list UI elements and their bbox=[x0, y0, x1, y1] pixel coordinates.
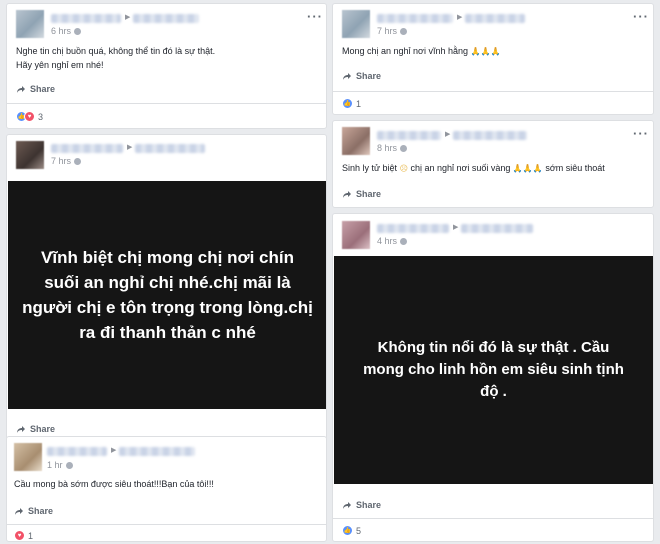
avatar[interactable] bbox=[342, 127, 370, 155]
post-text: Sinh ly tử biệt ☹ chị an nghỉ nơi suối v… bbox=[342, 161, 605, 176]
post-card: ▶ 6 hrs ··· Nghe tin chị buồn quá, không… bbox=[6, 3, 327, 129]
post-timestamp[interactable]: 6 hrs bbox=[51, 26, 82, 36]
share-button[interactable]: Share bbox=[16, 424, 55, 434]
post-timestamp[interactable]: 1 hr bbox=[47, 460, 73, 470]
post-card: ▶ 7 hrs Vĩnh biệt chị mong chị nơi chín … bbox=[6, 134, 327, 440]
like-reaction-icon: 👍 bbox=[342, 98, 353, 109]
author-name[interactable] bbox=[51, 144, 123, 153]
divider bbox=[333, 518, 653, 519]
target-name[interactable] bbox=[119, 447, 195, 456]
folded-hands-emoji: 🙏🙏🙏 bbox=[470, 47, 501, 56]
reaction-summary[interactable]: ♥ 1 bbox=[14, 530, 33, 541]
target-name[interactable] bbox=[461, 224, 533, 233]
share-button[interactable]: Share bbox=[342, 189, 381, 199]
author-name[interactable] bbox=[51, 14, 121, 23]
image-caption: Vĩnh biệt chị mong chị nơi chín suối an … bbox=[22, 248, 313, 342]
avatar[interactable] bbox=[14, 443, 42, 471]
share-button[interactable]: Share bbox=[342, 500, 381, 510]
globe-icon bbox=[400, 237, 408, 245]
reaction-summary[interactable]: 👍 ♥ 3 bbox=[16, 111, 43, 122]
arrow-icon: ▶ bbox=[125, 14, 131, 21]
post-card: ▶ 8 hrs ··· Sinh ly tử biệt ☹ chị an ngh… bbox=[332, 120, 654, 208]
post-image[interactable]: Vĩnh biệt chị mong chị nơi chín suối an … bbox=[8, 181, 326, 409]
avatar[interactable] bbox=[16, 10, 44, 38]
target-name[interactable] bbox=[465, 14, 525, 23]
share-button[interactable]: Share bbox=[16, 84, 55, 94]
like-reaction-icon: 👍 bbox=[342, 525, 353, 536]
author-name[interactable] bbox=[377, 224, 449, 233]
post-image[interactable]: Không tin nổi đó là sự thật . Cầu mong c… bbox=[334, 256, 653, 484]
post-card: ▶ 7 hrs ··· Mong chị an nghỉ nơi vĩnh hằ… bbox=[332, 3, 654, 115]
share-button[interactable]: Share bbox=[14, 506, 53, 516]
author-name[interactable] bbox=[377, 14, 453, 23]
reaction-summary[interactable]: 👍 5 bbox=[342, 525, 361, 536]
divider bbox=[333, 91, 653, 92]
folded-hands-emoji: 🙏🙏🙏 bbox=[512, 164, 543, 173]
globe-icon bbox=[74, 27, 82, 35]
share-arrow-icon bbox=[15, 508, 23, 515]
post-text: Mong chị an nghỉ nơi vĩnh hằng 🙏🙏🙏 bbox=[342, 44, 500, 59]
author-name[interactable] bbox=[377, 131, 441, 140]
target-name[interactable] bbox=[453, 131, 527, 140]
sad-face-emoji: ☹ bbox=[399, 164, 408, 173]
post-text: Nghe tin chị buồn quá, không thể tin đó … bbox=[16, 46, 216, 70]
share-button[interactable]: Share bbox=[342, 71, 381, 81]
arrow-icon: ▶ bbox=[445, 131, 451, 138]
more-options-icon[interactable]: ··· bbox=[633, 127, 649, 140]
globe-icon bbox=[74, 157, 82, 165]
share-arrow-icon bbox=[17, 86, 25, 93]
avatar[interactable] bbox=[342, 221, 370, 249]
post-timestamp[interactable]: 4 hrs bbox=[377, 236, 408, 246]
reaction-summary[interactable]: 👍 1 bbox=[342, 98, 361, 109]
post-timestamp[interactable]: 7 hrs bbox=[377, 26, 408, 36]
arrow-icon: ▶ bbox=[127, 144, 133, 151]
share-arrow-icon bbox=[343, 191, 351, 198]
love-reaction-icon: ♥ bbox=[24, 111, 35, 122]
post-timestamp[interactable]: 7 hrs bbox=[51, 156, 82, 166]
more-options-icon[interactable]: ··· bbox=[307, 10, 323, 23]
avatar[interactable] bbox=[342, 10, 370, 38]
image-caption: Không tin nổi đó là sự thật . Cầu mong c… bbox=[363, 339, 624, 400]
globe-icon bbox=[65, 461, 73, 469]
globe-icon bbox=[400, 144, 408, 152]
post-card: ▶ 4 hrs Không tin nổi đó là sự thật . Cầ… bbox=[332, 213, 654, 542]
post-card: ▶ 1 hr Cầu mong bà sớm được siêu thoát!!… bbox=[6, 436, 327, 542]
share-arrow-icon bbox=[343, 73, 351, 80]
globe-icon bbox=[400, 27, 408, 35]
post-timestamp[interactable]: 8 hrs bbox=[377, 143, 408, 153]
arrow-icon: ▶ bbox=[453, 224, 459, 231]
target-name[interactable] bbox=[135, 144, 205, 153]
share-arrow-icon bbox=[343, 502, 351, 509]
more-options-icon[interactable]: ··· bbox=[633, 10, 649, 23]
divider bbox=[7, 524, 326, 525]
love-reaction-icon: ♥ bbox=[14, 530, 25, 541]
share-arrow-icon bbox=[17, 426, 25, 433]
post-text: Cầu mong bà sớm được siêu thoát!!!Bạn củ… bbox=[14, 479, 214, 489]
target-name[interactable] bbox=[133, 14, 199, 23]
divider bbox=[7, 103, 326, 104]
avatar[interactable] bbox=[16, 141, 44, 169]
author-name[interactable] bbox=[47, 447, 107, 456]
arrow-icon: ▶ bbox=[457, 14, 463, 21]
arrow-icon: ▶ bbox=[111, 447, 117, 454]
